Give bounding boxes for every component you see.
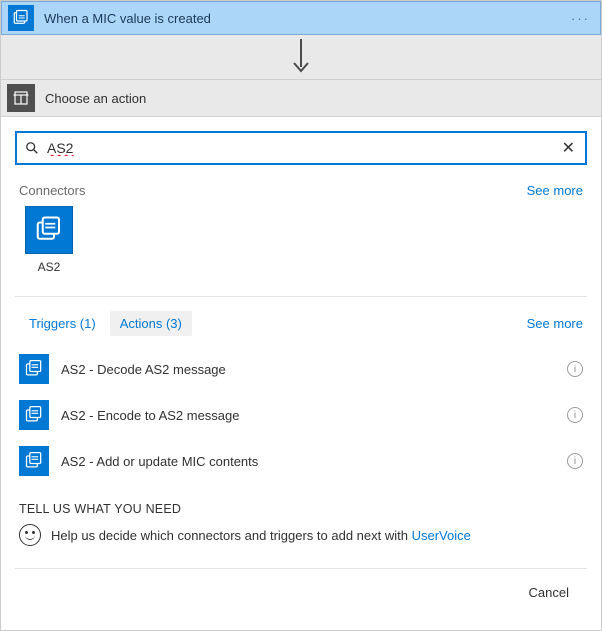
action-item-encode[interactable]: AS2 - Encode to AS2 message i (15, 392, 587, 438)
action-label: AS2 - Add or update MIC contents (61, 454, 567, 469)
info-icon[interactable]: i (567, 361, 583, 377)
action-label: AS2 - Encode to AS2 message (61, 408, 567, 423)
flow-arrow (1, 35, 601, 79)
action-picker-pane: ✕ Connectors See more AS2 Triggers (1) A… (1, 117, 601, 616)
as2-connector-icon (8, 5, 34, 31)
footer: Cancel (15, 568, 587, 616)
ellipsis-icon[interactable]: ··· (571, 11, 594, 26)
choose-action-header: Choose an action (1, 79, 601, 117)
trigger-card[interactable]: When a MIC value is created ··· (1, 1, 601, 35)
action-item-mic[interactable]: AS2 - Add or update MIC contents i (15, 438, 587, 484)
info-icon[interactable]: i (567, 407, 583, 423)
as2-connector-icon (25, 206, 73, 254)
as2-connector-icon (19, 400, 49, 430)
search-input[interactable] (41, 140, 558, 156)
actions-see-more-link[interactable]: See more (527, 316, 583, 331)
tell-us-text: Help us decide which connectors and trig… (51, 528, 471, 543)
connector-tile-label: AS2 (38, 260, 61, 274)
action-label: AS2 - Decode AS2 message (61, 362, 567, 377)
smile-icon (19, 524, 41, 546)
tell-us-message: Help us decide which connectors and trig… (51, 528, 412, 543)
trigger-title: When a MIC value is created (44, 11, 211, 26)
tell-us-section: TELL US WHAT YOU NEED Help us decide whi… (19, 502, 583, 546)
clear-search-icon[interactable]: ✕ (558, 138, 579, 158)
arrow-down-icon (291, 39, 311, 75)
header-title: Choose an action (45, 91, 146, 106)
connectors-see-more-link[interactable]: See more (527, 183, 583, 198)
connectors-label: Connectors (19, 183, 85, 198)
search-box[interactable]: ✕ (15, 131, 587, 165)
as2-connector-icon (19, 446, 49, 476)
info-icon[interactable]: i (567, 453, 583, 469)
tell-us-title: TELL US WHAT YOU NEED (19, 502, 583, 516)
tab-actions[interactable]: Actions (3) (110, 311, 192, 336)
action-item-decode[interactable]: AS2 - Decode AS2 message i (15, 346, 587, 392)
uservoice-link[interactable]: UserVoice (412, 528, 471, 543)
connector-tile-as2[interactable]: AS2 (19, 206, 79, 274)
tab-triggers[interactable]: Triggers (1) (19, 311, 106, 336)
search-icon (23, 141, 41, 155)
cancel-button[interactable]: Cancel (521, 581, 577, 604)
as2-connector-icon (19, 354, 49, 384)
action-picker-icon (7, 84, 35, 112)
